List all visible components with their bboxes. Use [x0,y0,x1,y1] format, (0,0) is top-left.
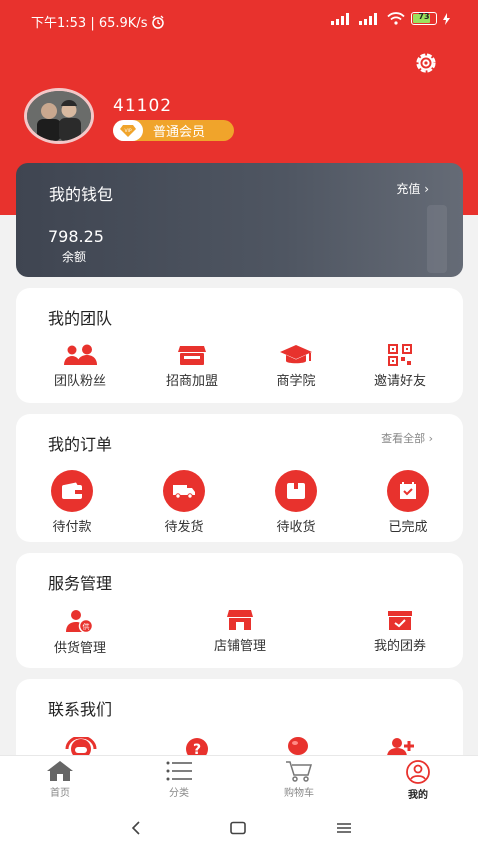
supply-badge: 供 [83,622,90,631]
tab-category[interactable]: 分类 [149,760,209,799]
charging-icon [443,12,450,25]
team-card: 我的团队 团队粉丝 招商加盟 商学院 邀请好友 [16,288,463,403]
tab-category-label: 分类 [169,788,189,799]
profile-icon [406,760,430,784]
unpaid-icon-bg [51,470,93,512]
wallet-balance-label: 余额 [62,250,87,264]
qrcode-icon [388,344,412,366]
recharge-link[interactable]: 充值 › [396,180,429,197]
order-unpaid-label: 待付款 [52,520,92,535]
tab-profile[interactable]: 我的 [388,760,448,801]
completed-icon-bg [387,470,429,512]
status-bar: 下午1:53 | 65.9K/s 73 [0,0,478,40]
username: 41102 [113,96,173,116]
franchise-label: 招商加盟 [165,374,218,389]
order-to-ship-item[interactable]: 待发货 [134,470,234,535]
invite-friends-label: 邀请好友 [373,374,426,389]
vip-label: VIP [124,128,131,134]
order-unpaid-item[interactable]: 待付款 [22,470,122,535]
my-coupons-item[interactable]: 我的团券 [350,609,450,654]
order-completed-label: 已完成 [388,520,428,535]
service-title: 服务管理 [48,574,113,593]
package-icon [287,483,305,499]
orders-card: 我的订单 查看全部 › 待付款 待发货 待收货 已完成 [16,414,463,542]
shop-management-label: 店铺管理 [213,639,266,654]
alarm-icon [152,15,165,29]
signal-icon [331,12,349,25]
home-icon [47,761,73,781]
fans-icon [64,344,97,365]
contact-title: 联系我们 [48,700,113,719]
wifi-icon [387,12,405,25]
tab-home-label: 首页 [50,788,70,799]
add-user-icon[interactable] [386,737,416,757]
balloon-icon[interactable] [286,737,310,757]
battery-level: 73 [418,12,430,21]
wallet-decoration [427,205,447,273]
orders-title: 我的订单 [48,435,113,454]
invite-friends-item[interactable]: 邀请好友 [350,344,450,389]
team-fans-label: 团队粉丝 [53,374,106,389]
team-fans-item[interactable]: 团队粉丝 [30,344,130,389]
order-completed-item[interactable]: 已完成 [358,470,458,535]
coupon-icon [388,611,412,630]
wallet-card[interactable]: 我的钱包 充值 › 798.25 余额 [16,163,463,277]
view-all-orders-link[interactable]: 查看全部 › [381,430,433,446]
tab-cart-label: 购物车 [284,788,314,799]
shop-icon [227,610,253,630]
tab-cart[interactable]: 购物车 [269,760,329,799]
wallet-title: 我的钱包 [49,185,114,204]
order-to-receive-label: 待收货 [276,520,316,535]
order-to-ship-label: 待发货 [164,520,204,535]
shop-management-item[interactable]: 店铺管理 [190,609,290,654]
supply-management-label: 供货管理 [53,641,106,656]
tab-home[interactable]: 首页 [30,760,90,799]
bottom-tab-bar: 首页 分类 购物车 我的 [0,755,478,806]
category-icon [166,761,192,781]
supply-management-item[interactable]: 供 供货管理 [30,609,130,656]
service-card: 服务管理 供 供货管理 店铺管理 我的团券 [16,553,463,668]
nav-home-icon[interactable] [228,818,248,838]
franchise-item[interactable]: 招商加盟 [142,344,242,389]
customer-service-icon[interactable] [64,737,98,757]
system-nav-bar [0,806,478,850]
team-title: 我的团队 [48,309,113,328]
nav-back-icon[interactable] [126,818,146,838]
avatar-photo [27,91,91,141]
member-level-label: 普通会员 [153,125,206,140]
academy-icon [280,345,312,364]
supply-icon: 供 [66,610,94,633]
truck-icon [173,485,195,499]
status-right: 73 [331,12,450,25]
battery-icon: 73 [411,12,437,25]
franchise-icon [178,346,206,365]
to-ship-icon-bg [163,470,205,512]
signal-icon-2 [359,12,377,25]
status-left: 下午1:53 | 65.9K/s [31,12,165,31]
wallet-balance: 798.25 [48,227,104,246]
to-receive-icon-bg [275,470,317,512]
wallet-icon [62,482,82,499]
help-icon[interactable]: ? [184,737,210,757]
settings-gear-icon[interactable] [413,50,439,76]
vip-icon: VIP [113,120,143,141]
my-coupons-label: 我的团券 [373,639,426,654]
completed-icon [400,482,416,499]
academy-item[interactable]: 商学院 [246,344,346,389]
status-time: 下午1:53 | 65.9K/s [31,16,148,31]
member-level-badge[interactable]: VIP 普通会员 [113,120,234,141]
order-to-receive-item[interactable]: 待收货 [246,470,346,535]
cart-icon [286,761,313,782]
tab-profile-label: 我的 [408,790,428,801]
avatar[interactable] [24,88,94,144]
academy-label: 商学院 [276,374,316,389]
nav-menu-icon[interactable] [334,818,354,838]
